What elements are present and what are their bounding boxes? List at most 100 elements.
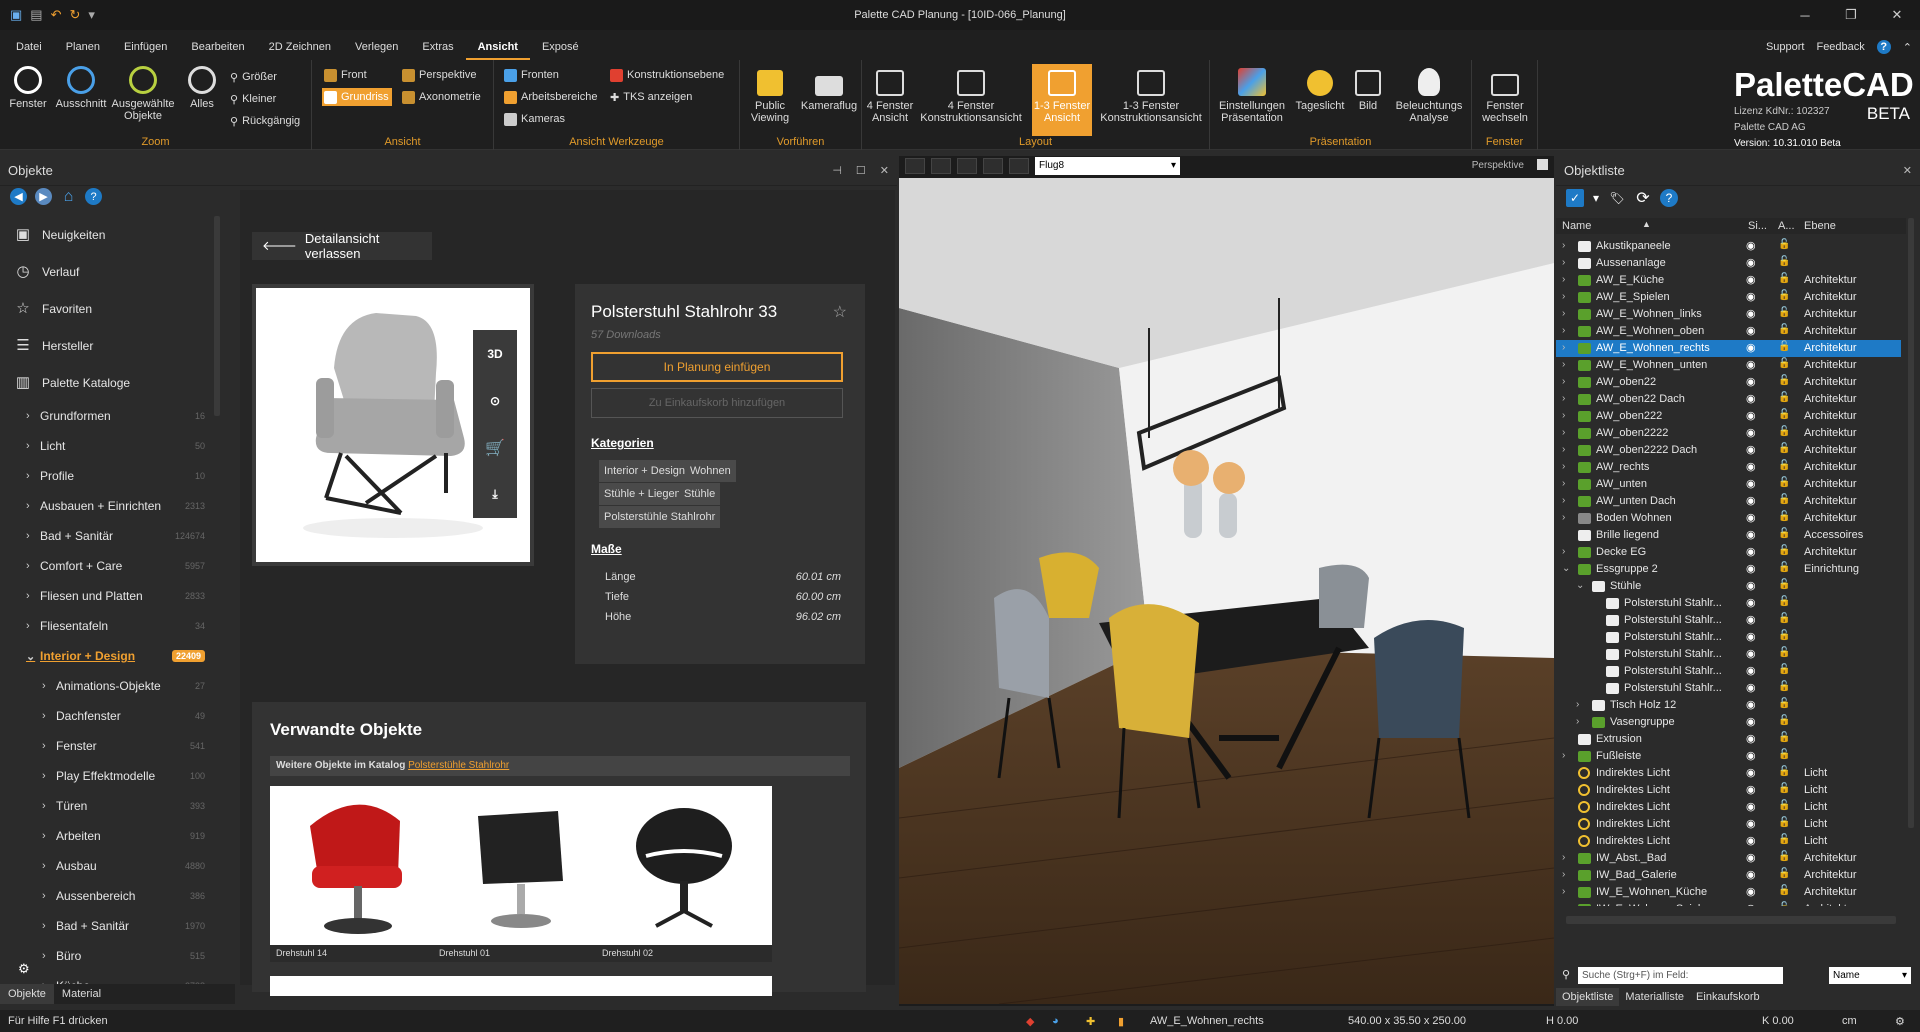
lock-icon[interactable]: 🔓 — [1778, 443, 1790, 454]
menu-item[interactable]: Extras — [410, 30, 465, 60]
lock-icon[interactable]: 🔓 — [1778, 698, 1790, 709]
tab-materialliste[interactable]: Materialliste — [1619, 988, 1690, 1006]
customize-icon[interactable]: ▾ — [88, 7, 95, 23]
chevron-right-icon[interactable]: › — [1576, 716, 1579, 727]
undo-icon[interactable]: ↶ — [51, 7, 62, 23]
lock-icon[interactable]: 🔓 — [1778, 800, 1790, 811]
column-name[interactable]: Name — [1562, 220, 1591, 232]
layout-4-window-button[interactable]: 4 Fenster Ansicht — [866, 64, 914, 134]
lock-icon[interactable]: 🔓 — [1778, 766, 1790, 777]
category-item[interactable]: › Licht 50 — [8, 431, 213, 461]
chevron-right-icon[interactable]: › — [1562, 495, 1565, 506]
category-item[interactable]: › Büro 515 — [8, 941, 213, 971]
lock-icon[interactable]: 🔓 — [1778, 392, 1790, 403]
back-arrow-icon[interactable]: ◀ — [10, 188, 27, 205]
table-row[interactable]: › AW_rechts ◉ 🔓 Architektur — [1556, 459, 1901, 476]
category-item[interactable]: › Grundformen 16 — [8, 401, 213, 431]
chevron-right-icon[interactable]: › — [1562, 750, 1565, 761]
category-item[interactable]: › Profile 10 — [8, 461, 213, 491]
eye-icon[interactable]: ◉ — [1746, 800, 1756, 813]
chevron-right-icon[interactable]: › — [1562, 376, 1565, 387]
save-icon[interactable]: ▣ — [10, 7, 22, 23]
eye-icon[interactable]: ◉ — [1746, 273, 1756, 286]
category-item[interactable]: › Comfort + Care 5957 — [8, 551, 213, 581]
category-item[interactable]: › Animations-Objekte 27 — [8, 671, 213, 701]
hscrollbar[interactable] — [1566, 916, 1896, 924]
lock-icon[interactable]: 🔓 — [1778, 732, 1790, 743]
close-icon[interactable]: ✕ — [880, 164, 889, 177]
table-row[interactable]: Polsterstuhl Stahlr... ◉ 🔓 — [1556, 646, 1901, 663]
chevron-right-icon[interactable]: › — [1576, 699, 1579, 710]
table-row[interactable]: › AW_E_Küche ◉ 🔓 Architektur — [1556, 272, 1901, 289]
lock-icon[interactable]: 🔓 — [1778, 511, 1790, 522]
table-row[interactable]: › Boden Wohnen ◉ 🔓 Architektur — [1556, 510, 1901, 527]
chevron-right-icon[interactable]: › — [1562, 274, 1565, 285]
insert-into-plan-button[interactable]: In Planung einfügen — [591, 352, 843, 382]
chevron-right-icon[interactable]: › — [1562, 478, 1565, 489]
lock-icon[interactable]: 🔓 — [1778, 749, 1790, 760]
lock-icon[interactable]: 🔓 — [1778, 324, 1790, 335]
table-row[interactable]: Brille liegend ◉ 🔓 Accessoires — [1556, 527, 1901, 544]
tab-material[interactable]: Material — [54, 984, 109, 1004]
tab-objekte[interactable]: Objekte — [0, 984, 54, 1004]
favorite-star-icon[interactable]: ☆ — [833, 302, 847, 322]
category-item[interactable]: › Ausbau 4880 — [8, 851, 213, 881]
table-row[interactable]: Polsterstuhl Stahlr... ◉ 🔓 — [1556, 680, 1901, 697]
column-layer[interactable]: Ebene — [1804, 220, 1836, 232]
category-item[interactable]: › Fenster 541 — [8, 731, 213, 761]
chevron-right-icon[interactable]: › — [1562, 342, 1565, 353]
eye-icon[interactable]: ◉ — [1746, 375, 1756, 388]
chevron-right-icon[interactable]: › — [1562, 359, 1565, 370]
menu-item[interactable]: Ansicht — [465, 30, 530, 60]
sidenav-scrollbar[interactable] — [214, 216, 220, 416]
chevron-right-icon[interactable]: › — [1562, 461, 1565, 472]
eye-icon[interactable]: ◉ — [1746, 460, 1756, 473]
beleuchtung-button[interactable]: Beleuchtungs Analyse — [1390, 64, 1468, 124]
eye-icon[interactable]: ◉ — [1746, 426, 1756, 439]
table-row[interactable]: › AW_oben22 ◉ 🔓 Architektur — [1556, 374, 1901, 391]
refresh-icon[interactable]: ↻ — [70, 7, 81, 23]
menu-item[interactable]: 2D Zeichnen — [257, 30, 343, 60]
public-viewing-button[interactable]: Public Viewing — [744, 64, 796, 124]
menu-item[interactable]: Bearbeiten — [179, 30, 256, 60]
zoom-ausschnitt-button[interactable]: Ausschnitt — [54, 64, 108, 110]
table-row[interactable]: ⌄ Essgruppe 2 ◉ 🔓 Einrichtung — [1556, 561, 1901, 578]
chevron-right-icon[interactable]: › — [1562, 886, 1565, 897]
eye-icon[interactable]: ◉ — [1746, 885, 1756, 898]
eye-icon[interactable]: ◉ — [1746, 834, 1756, 847]
lock-icon[interactable]: 🔓 — [1778, 664, 1790, 675]
eye-icon[interactable]: ◉ — [1746, 324, 1756, 337]
table-row[interactable]: › AW_oben2222 ◉ 🔓 Architektur — [1556, 425, 1901, 442]
eye-icon[interactable]: ◉ — [1746, 358, 1756, 371]
fronten-button[interactable]: Fronten — [502, 66, 561, 84]
lock-icon[interactable]: 🔓 — [1778, 817, 1790, 828]
nav-hersteller[interactable]: ☰ Hersteller — [8, 327, 213, 364]
table-row[interactable]: › AW_E_Spielen ◉ 🔓 Architektur — [1556, 289, 1901, 306]
category-item[interactable]: › Play Effektmodelle 100 — [8, 761, 213, 791]
lock-icon[interactable]: 🔓 — [1778, 885, 1790, 896]
cart-icon[interactable]: 🛒 — [473, 424, 517, 471]
search-field-select[interactable]: Name ▾ — [1829, 967, 1911, 984]
wireframe-icon[interactable] — [983, 158, 1003, 174]
refresh-icon[interactable]: ⟳ — [1634, 189, 1652, 207]
nav-palette-kataloge[interactable]: ▥ Palette Kataloge — [8, 364, 213, 401]
eye-icon[interactable]: ◉ — [1746, 681, 1756, 694]
konstruktionsebene-button[interactable]: Konstruktionsebene — [608, 66, 726, 84]
lock-icon[interactable]: 🔓 — [1778, 494, 1790, 505]
category-tag[interactable]: Polsterstühle Stahlrohr — [599, 506, 721, 528]
related-item[interactable]: Drehstuhl 02 — [596, 786, 772, 962]
eye-icon[interactable]: ◉ — [1746, 630, 1756, 643]
eye-icon[interactable]: ◉ — [1746, 477, 1756, 490]
eye-icon[interactable]: ◉ — [1746, 715, 1756, 728]
lock-icon[interactable]: 🔓 — [1778, 307, 1790, 318]
related-item[interactable] — [433, 976, 609, 996]
lock-icon[interactable]: 🔓 — [1778, 579, 1790, 590]
eye-icon[interactable]: ◉ — [1746, 290, 1756, 303]
eye-icon[interactable]: ◉ — [1746, 596, 1756, 609]
table-row[interactable]: › AW_unten Dach ◉ 🔓 Architektur — [1556, 493, 1901, 510]
column-lock[interactable]: A... — [1778, 220, 1795, 232]
presentation-settings-button[interactable]: Einstellungen Präsentation — [1214, 64, 1290, 124]
chevron-right-icon[interactable]: › — [1562, 257, 1565, 268]
eye-icon[interactable]: ◉ — [1746, 732, 1756, 745]
table-row[interactable]: › Vasengruppe ◉ 🔓 — [1556, 714, 1901, 731]
